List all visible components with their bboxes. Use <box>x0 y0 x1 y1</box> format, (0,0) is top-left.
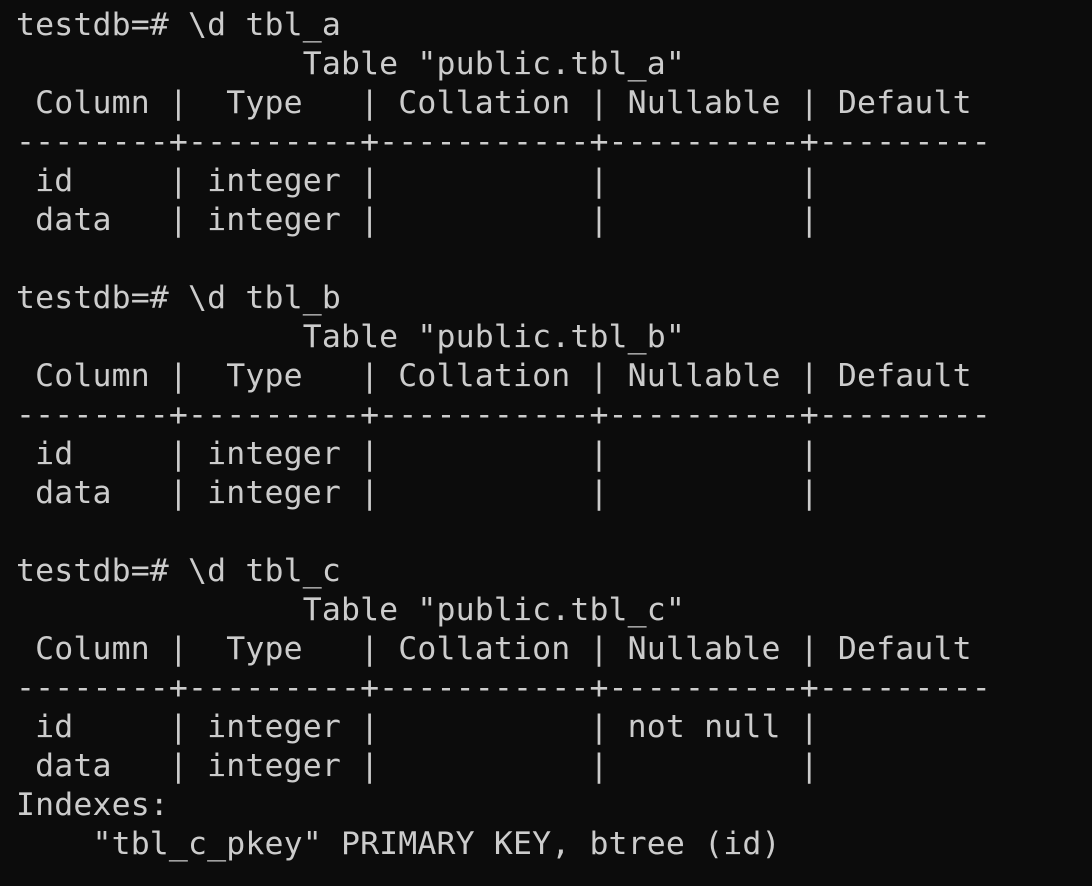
table-header: Column | Type | Collation | Nullable | D… <box>16 631 972 667</box>
command-line: testdb=# \d tbl_a <box>16 7 341 43</box>
table-header: Column | Type | Collation | Nullable | D… <box>16 85 972 121</box>
table-separator: --------+---------+-----------+---------… <box>16 397 991 433</box>
table-header: Column | Type | Collation | Nullable | D… <box>16 358 972 394</box>
command-block-tbl-c: testdb=# \d tbl_c Table "public.tbl_c" C… <box>16 552 1092 864</box>
index-entry: "tbl_c_pkey" PRIMARY KEY, btree (id) <box>16 826 781 862</box>
table-row: data | integer | | | <box>16 202 819 238</box>
table-row: data | integer | | | <box>16 475 819 511</box>
table-row: id | integer | | | <box>16 436 819 472</box>
table-separator: --------+---------+-----------+---------… <box>16 124 991 160</box>
terminal-window[interactable]: testdb=# \d tbl_a Table "public.tbl_a" C… <box>0 0 1092 886</box>
table-title: Table "public.tbl_a" <box>16 46 686 82</box>
command-block-tbl-b: testdb=# \d tbl_b Table "public.tbl_b" C… <box>16 279 1092 513</box>
table-title: Table "public.tbl_c" <box>16 592 686 628</box>
table-title: Table "public.tbl_b" <box>16 319 686 355</box>
command-line: testdb=# \d tbl_c <box>16 553 341 589</box>
indexes-heading: Indexes: <box>16 787 169 823</box>
command-line: testdb=# \d tbl_b <box>16 280 341 316</box>
table-row: id | integer | | not null | <box>16 709 819 745</box>
command-block-tbl-a: testdb=# \d tbl_a Table "public.tbl_a" C… <box>16 6 1092 240</box>
table-separator: --------+---------+-----------+---------… <box>16 670 991 706</box>
table-row: id | integer | | | <box>16 163 819 199</box>
table-row: data | integer | | | <box>16 748 819 784</box>
